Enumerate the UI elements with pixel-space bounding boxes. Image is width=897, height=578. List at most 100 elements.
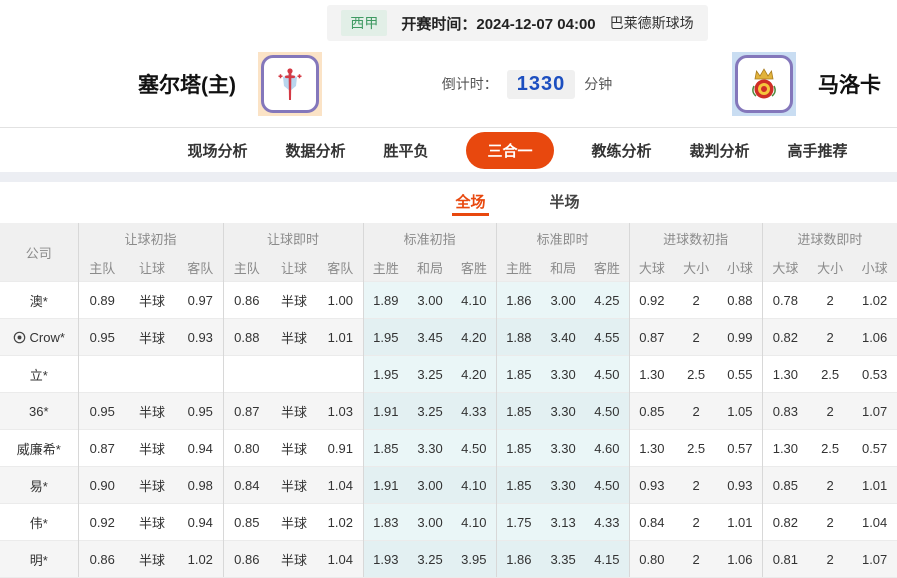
odds-cell: 3.25 <box>408 540 453 578</box>
nav-tab-4-active[interactable]: 三合一 <box>466 131 554 169</box>
odds-cell: 1.02 <box>178 540 224 578</box>
column-header: 主队 <box>77 253 126 282</box>
nav-tab-5[interactable]: 教练分析 <box>592 140 652 161</box>
odds-cell: 半球 <box>270 392 319 430</box>
column-header: 小球 <box>718 253 763 282</box>
company-cell: 澳* <box>0 281 78 319</box>
column-header-row: 主队 让球 客队 主队 让球 客队 主胜 和局 客胜 主胜 和局 客胜 大球 大小 小球 大球 大小 小球 <box>0 253 897 282</box>
odds-cell: 0.80 <box>628 540 675 578</box>
countdown-label: 倒计时： <box>441 76 498 92</box>
odds-cell: 3.30 <box>541 466 586 504</box>
odds-cell: 2.5 <box>808 429 853 467</box>
column-header: 让球 <box>126 253 178 282</box>
company-cell: 明* <box>0 540 78 578</box>
odds-cell <box>318 355 364 393</box>
odds-cell: 0.86 <box>222 281 271 319</box>
odds-cell: 0.94 <box>178 429 224 467</box>
odds-cell: 0.87 <box>628 318 675 356</box>
sub-tab-2[interactable]: 半场 <box>547 191 583 216</box>
odds-cell: 0.85 <box>222 503 271 541</box>
column-header: 客胜 <box>452 253 497 282</box>
column-header: 主队 <box>222 253 271 282</box>
top-info-bar: 西甲 开赛时间：2024-12-07 04:00 巴莱德斯球场 <box>138 0 897 41</box>
odds-cell: 3.25 <box>408 392 453 430</box>
odds-cell: 2.5 <box>674 429 719 467</box>
odds-cell: 半球 <box>126 466 178 504</box>
group-header: 让球初指 <box>77 223 224 253</box>
nav-tab-3[interactable]: 胜平负 <box>383 140 428 161</box>
countdown-value: 1330 <box>506 69 576 99</box>
odds-cell: 1.93 <box>362 540 409 578</box>
odds-cell: 1.83 <box>362 503 409 541</box>
group-header: 进球数初指 <box>628 223 763 253</box>
odds-cell: 0.93 <box>178 318 224 356</box>
odds-cell: 1.05 <box>718 392 763 430</box>
odds-row: 澳* 0.89 半球 0.97 0.86 半球 1.00 1.89 3.00 4.10 1.86 3.… <box>0 281 897 319</box>
odds-cell: 1.00 <box>318 281 364 319</box>
odds-cell <box>222 355 271 393</box>
soccer-ball-icon <box>13 330 30 345</box>
odds-cell: 4.10 <box>452 503 497 541</box>
odds-cell: 0.95 <box>77 392 126 430</box>
nav-tab-6[interactable]: 裁判分析 <box>690 140 750 161</box>
odds-cell: 4.33 <box>585 503 630 541</box>
odds-cell: 1.75 <box>495 503 542 541</box>
away-team-logo <box>732 52 796 116</box>
group-header: 标准即时 <box>495 223 630 253</box>
odds-cell: 3.45 <box>408 318 453 356</box>
odds-cell: 4.10 <box>452 281 497 319</box>
odds-cell: 2 <box>674 466 719 504</box>
odds-cell: 0.78 <box>761 281 809 319</box>
odds-cell: 0.94 <box>178 503 224 541</box>
odds-cell: 3.40 <box>541 318 586 356</box>
odds-cell: 4.50 <box>585 392 630 430</box>
odds-cell: 4.25 <box>585 281 630 319</box>
odds-table-head: 公司 让球初指 让球即时 标准初指 标准即时 进球数初指 进球数即时 主队 让球 客队 主队 让球… <box>0 223 897 282</box>
odds-cell <box>178 355 224 393</box>
odds-cell: 1.07 <box>852 540 897 578</box>
odds-cell: 1.04 <box>318 540 364 578</box>
company-name: 澳* <box>29 293 48 309</box>
nav-tab-1[interactable]: 现场分析 <box>187 140 247 161</box>
odds-cell: 1.01 <box>852 466 897 504</box>
odds-cell: 0.81 <box>761 540 809 578</box>
odds-cell: 半球 <box>126 503 178 541</box>
celta-crest-icon <box>278 68 302 100</box>
odds-cell: 0.95 <box>178 392 224 430</box>
away-team-name: 马洛卡 <box>818 74 881 97</box>
teams-row: 塞尔塔(主) 倒计时： 1330 分钟 马洛卡 <box>138 41 897 127</box>
column-header: 和局 <box>408 253 453 282</box>
separator-band <box>0 172 897 182</box>
odds-cell: 3.35 <box>541 540 586 578</box>
mallorca-crest-icon <box>752 68 776 99</box>
group-header-row: 公司 让球初指 让球即时 标准初指 标准即时 进球数初指 进球数即时 <box>0 223 897 282</box>
odds-cell: 0.84 <box>222 466 271 504</box>
odds-cell: 半球 <box>126 540 178 578</box>
odds-cell: 1.91 <box>362 392 409 430</box>
company-name: 易* <box>29 478 48 494</box>
odds-cell: 4.15 <box>585 540 630 578</box>
odds-cell: 半球 <box>270 466 319 504</box>
league-badge: 西甲 <box>341 10 388 36</box>
odds-cell: 0.80 <box>222 429 271 467</box>
sub-tab-1-active[interactable]: 全场 <box>452 191 489 216</box>
odds-cell: 1.88 <box>495 318 542 356</box>
company-name: 明* <box>29 552 48 568</box>
odds-cell: 0.95 <box>77 318 126 356</box>
odds-cell: 2 <box>808 392 853 430</box>
odds-cell: 2 <box>808 540 853 578</box>
nav-tab-2[interactable]: 数据分析 <box>285 140 345 161</box>
odds-cell: 3.00 <box>408 281 453 319</box>
odds-cell: 1.85 <box>495 429 542 467</box>
odds-cell: 4.10 <box>452 466 497 504</box>
odds-cell: 0.93 <box>718 466 763 504</box>
odds-cell: 4.50 <box>585 466 630 504</box>
odds-row: 36* 0.95 半球 0.95 0.87 半球 1.03 1.91 3.25 4.33 1.85 3… <box>0 392 897 430</box>
odds-table: 公司 让球初指 让球即时 标准初指 标准即时 进球数初指 进球数即时 主队 让球 客队 主队 让球… <box>0 223 897 578</box>
odds-cell: 3.00 <box>541 281 586 319</box>
odds-cell: 0.83 <box>761 392 809 430</box>
group-header: 让球即时 <box>222 223 364 253</box>
odds-cell: 3.30 <box>541 392 586 430</box>
nav-tab-7[interactable]: 高手推荐 <box>788 140 848 161</box>
countdown: 倒计时： 1330 分钟 <box>322 69 732 99</box>
